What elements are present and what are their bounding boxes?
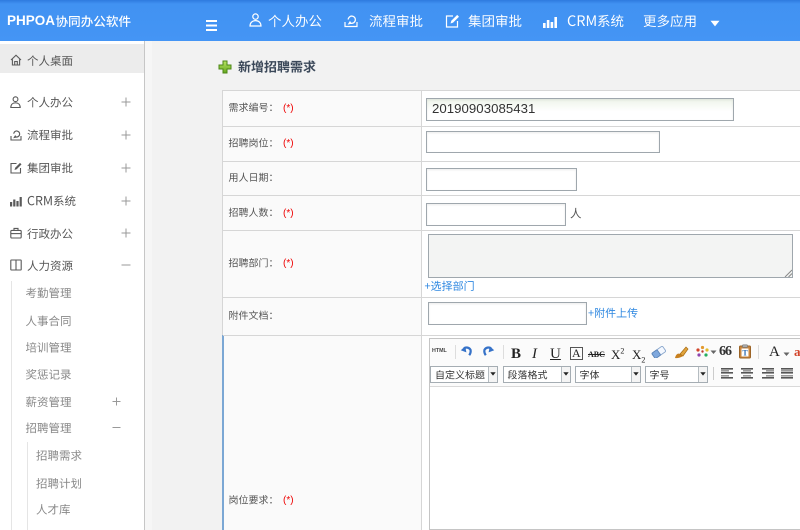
svg-text:T: T <box>742 349 748 358</box>
